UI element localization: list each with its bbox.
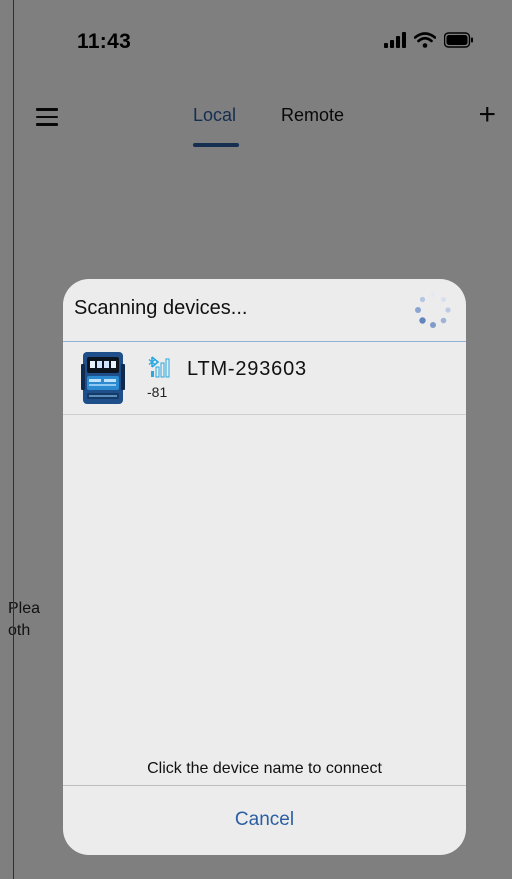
- device-list-item[interactable]: -81 LTM-293603: [63, 342, 466, 415]
- connect-hint: Click the device name to connect: [147, 760, 382, 777]
- scan-devices-dialog: Scanning devices... -81 LTM-293603 Click…: [63, 279, 466, 855]
- screen-edge: [0, 0, 14, 879]
- dialog-header: Scanning devices...: [63, 279, 466, 342]
- dialog-divider: [63, 785, 466, 786]
- loading-spinner-icon: [415, 292, 451, 328]
- device-name[interactable]: LTM-293603: [187, 358, 307, 381]
- bluetooth-signal-icon: [148, 356, 170, 378]
- device-thumbnail-icon: [81, 352, 125, 404]
- app-screen: 11:43 Local Remote: [0, 0, 512, 879]
- dialog-title: Scanning devices...: [74, 297, 248, 319]
- signal-strength-value: -81: [147, 384, 168, 400]
- cancel-button[interactable]: Cancel: [63, 809, 466, 831]
